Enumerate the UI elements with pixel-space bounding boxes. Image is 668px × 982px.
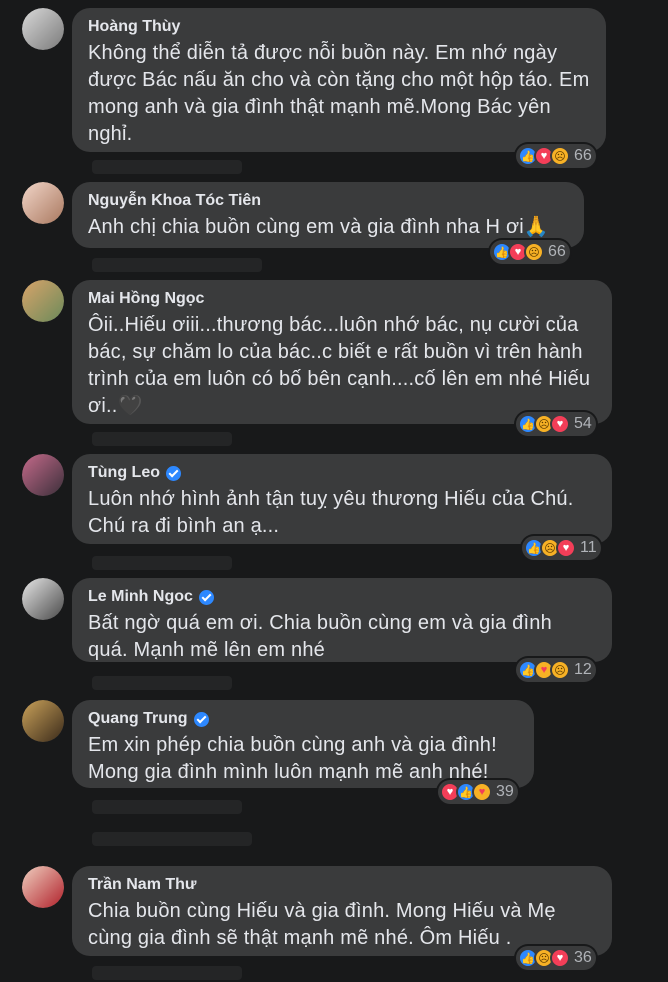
- comment-text: Anh chị chia buồn cùng em và gia đình nh…: [88, 216, 550, 238]
- avatar[interactable]: [22, 700, 64, 742]
- avatar[interactable]: [22, 866, 64, 908]
- comment-bubble: Le Minh Ngoc Bất ngờ quá em ơi. Chia buồ…: [72, 578, 612, 662]
- comment-actions: [92, 676, 232, 690]
- avatar[interactable]: [22, 578, 64, 620]
- reaction-count: 66: [574, 147, 592, 164]
- comment-text: Em xin phép chia buồn cùng anh và gia đì…: [88, 734, 497, 783]
- sad-icon: ☹: [524, 242, 544, 262]
- care-icon: ♥: [472, 782, 492, 802]
- sad-icon: ☹: [550, 146, 570, 166]
- commenter-name-text[interactable]: Mai Hồng Ngọc: [88, 288, 204, 310]
- commenter-name-text[interactable]: Le Minh Ngoc: [88, 586, 193, 608]
- reaction-summary[interactable]: 👍 ♥ ☹ 66: [490, 240, 570, 264]
- comment-text: Ôii..Hiếu ơiii...thương bác...luôn nhớ b…: [88, 314, 591, 417]
- commenter-name-text[interactable]: Nguyễn Khoa Tóc Tiên: [88, 190, 261, 212]
- reaction-count: 39: [496, 783, 514, 800]
- reaction-summary[interactable]: 👍 ☹ ♥ 11: [522, 536, 601, 560]
- comment-actions: [92, 832, 252, 846]
- avatar[interactable]: [22, 182, 64, 224]
- avatar[interactable]: [22, 280, 64, 322]
- comment-text: Chia buồn cùng Hiếu và gia đình. Mong Hi…: [88, 900, 556, 949]
- commenter-name[interactable]: Le Minh Ngoc: [88, 586, 596, 608]
- comment-bubble: Hoàng Thùy Không thể diễn tả được nỗi bu…: [72, 8, 606, 152]
- comment-text: Không thể diễn tả được nỗi buồn này. Em …: [88, 42, 590, 145]
- reaction-count: 54: [574, 415, 592, 432]
- commenter-name[interactable]: Hoàng Thùy: [88, 16, 590, 38]
- commenter-name[interactable]: Quang Trung: [88, 708, 518, 730]
- reaction-count: 66: [548, 243, 566, 260]
- avatar[interactable]: [22, 454, 64, 496]
- commenter-name[interactable]: Tùng Leo: [88, 462, 596, 484]
- love-icon: ♥: [556, 538, 576, 558]
- commenter-name[interactable]: Trần Nam Thư: [88, 874, 596, 896]
- sad-icon: ☹: [550, 660, 570, 680]
- comment-actions: [92, 258, 262, 272]
- commenter-name-text[interactable]: Hoàng Thùy: [88, 16, 180, 38]
- avatar[interactable]: [22, 8, 64, 50]
- reaction-summary[interactable]: ♥ 👍 ♥ 39: [438, 780, 518, 804]
- commenter-name-text[interactable]: Quang Trung: [88, 708, 188, 730]
- commenter-name-text[interactable]: Tùng Leo: [88, 462, 160, 484]
- reaction-count: 11: [580, 539, 597, 556]
- comment-actions: [92, 966, 242, 980]
- love-icon: ♥: [550, 948, 570, 968]
- comment-text: Luôn nhớ hình ảnh tận tuỵ yêu thương Hiế…: [88, 488, 574, 537]
- comment-bubble: Trần Nam Thư Chia buồn cùng Hiếu và gia …: [72, 866, 612, 956]
- comment-actions: [92, 800, 242, 814]
- commenter-name-text[interactable]: Trần Nam Thư: [88, 874, 197, 896]
- reaction-count: 36: [574, 949, 592, 966]
- comment-bubble: Nguyễn Khoa Tóc Tiên Anh chị chia buồn c…: [72, 182, 584, 248]
- comment-bubble: Mai Hồng Ngọc Ôii..Hiếu ơiii...thương bá…: [72, 280, 612, 424]
- comment-text: Bất ngờ quá em ơi. Chia buồn cùng em và …: [88, 612, 552, 661]
- verified-badge-icon: [165, 465, 181, 481]
- comment-actions: [92, 432, 232, 446]
- reaction-count: 12: [574, 661, 592, 678]
- reaction-summary[interactable]: 👍 ♥ ☹ 12: [516, 658, 596, 682]
- reaction-summary[interactable]: 👍 ♥ ☹ 66: [516, 144, 596, 168]
- comment-bubble: Tùng Leo Luôn nhớ hình ảnh tận tuỵ yêu t…: [72, 454, 612, 544]
- comment-actions: [92, 160, 242, 174]
- commenter-name[interactable]: Nguyễn Khoa Tóc Tiên: [88, 190, 568, 212]
- verified-badge-icon: [193, 711, 209, 727]
- reaction-summary[interactable]: 👍 ☹ ♥ 54: [516, 412, 596, 436]
- reaction-summary[interactable]: 👍 ☹ ♥ 36: [516, 946, 596, 970]
- commenter-name[interactable]: Mai Hồng Ngọc: [88, 288, 596, 310]
- comment-bubble: Quang Trung Em xin phép chia buồn cùng a…: [72, 700, 534, 788]
- comment-actions: [92, 556, 232, 570]
- love-icon: ♥: [550, 414, 570, 434]
- verified-badge-icon: [198, 589, 214, 605]
